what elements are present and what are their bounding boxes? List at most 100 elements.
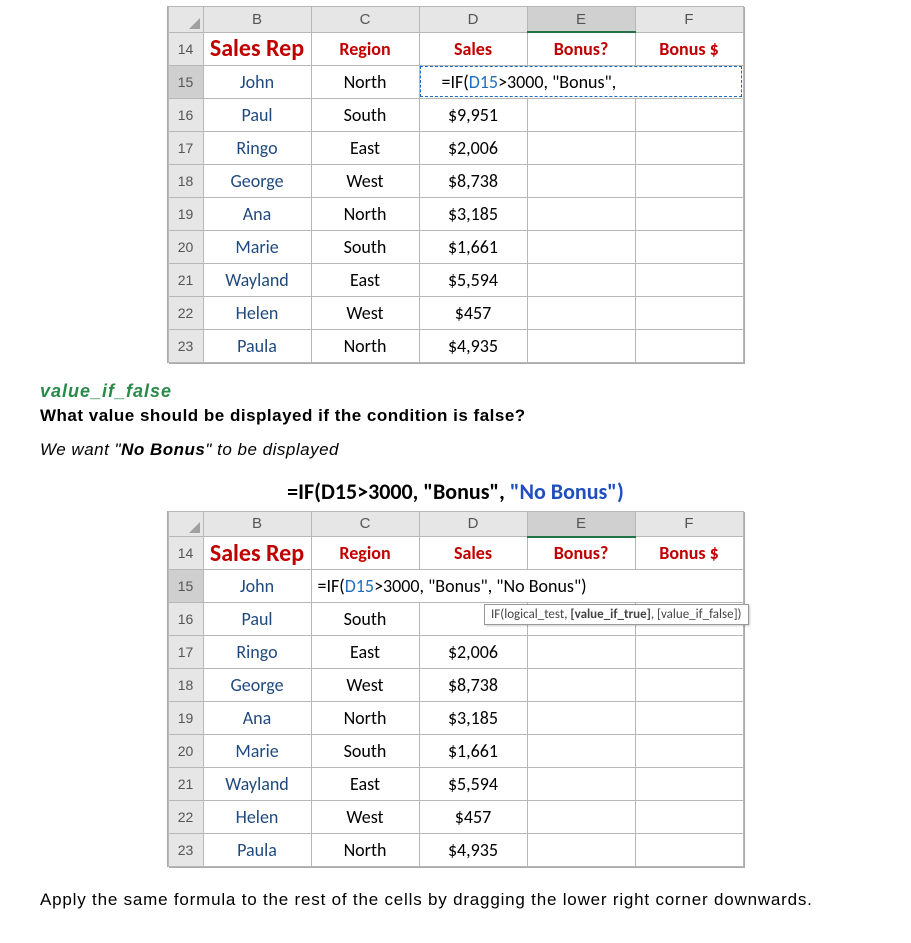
cell-F19[interactable] [635, 197, 743, 230]
cell2-C21[interactable]: East [311, 768, 419, 801]
col-C[interactable]: C [311, 7, 419, 33]
cell2-F21[interactable] [635, 768, 743, 801]
cell-B18[interactable]: George [203, 164, 311, 197]
row-21[interactable]: 21 [168, 263, 203, 296]
cell2-B15[interactable]: John [203, 570, 311, 603]
cell2-B19[interactable]: Ana [203, 702, 311, 735]
cell-C20[interactable]: South [311, 230, 419, 263]
cell-E23[interactable] [527, 329, 635, 362]
cell2-B23[interactable]: Paula [203, 834, 311, 867]
cell2-D19[interactable]: $3,185 [419, 702, 527, 735]
row-19[interactable]: 19 [168, 197, 203, 230]
cell-B21[interactable]: Wayland [203, 263, 311, 296]
cell2-F19[interactable] [635, 702, 743, 735]
cell2-C19[interactable]: North [311, 702, 419, 735]
row2-14[interactable]: 14 [168, 537, 203, 570]
header-region[interactable]: Region [311, 32, 419, 65]
cell-C16[interactable]: South [311, 98, 419, 131]
cell2-C20[interactable]: South [311, 735, 419, 768]
cell-D21[interactable]: $5,594 [419, 263, 527, 296]
header-bonus-q[interactable]: Bonus? [527, 32, 635, 65]
cell2-E21[interactable] [527, 768, 635, 801]
cell-F21[interactable] [635, 263, 743, 296]
cell2-B18[interactable]: George [203, 669, 311, 702]
header2-region[interactable]: Region [311, 537, 419, 570]
formula-editing-cell-2[interactable]: =IF(D15>3000, "Bonus", "No Bonus") IF(lo… [311, 570, 743, 603]
cell-F20[interactable] [635, 230, 743, 263]
cell2-D17[interactable]: $2,006 [419, 636, 527, 669]
cell2-B21[interactable]: Wayland [203, 768, 311, 801]
row-15[interactable]: 15 [168, 65, 203, 98]
cell2-C22[interactable]: West [311, 801, 419, 834]
row2-23[interactable]: 23 [168, 834, 203, 867]
cell-D23[interactable]: $4,935 [419, 329, 527, 362]
cell-C19[interactable]: North [311, 197, 419, 230]
cell-F18[interactable] [635, 164, 743, 197]
col2-C[interactable]: C [311, 511, 419, 537]
cell-B17[interactable]: Ringo [203, 131, 311, 164]
cell-B22[interactable]: Helen [203, 296, 311, 329]
cell2-E23[interactable] [527, 834, 635, 867]
col-F[interactable]: F [635, 7, 743, 33]
cell2-F23[interactable] [635, 834, 743, 867]
cell-F22[interactable] [635, 296, 743, 329]
cell-D18[interactable]: $8,738 [419, 164, 527, 197]
row-16[interactable]: 16 [168, 98, 203, 131]
cell2-D18[interactable]: $8,738 [419, 669, 527, 702]
cell-D17[interactable]: $2,006 [419, 131, 527, 164]
cell-C18[interactable]: West [311, 164, 419, 197]
row2-18[interactable]: 18 [168, 669, 203, 702]
header-bonus-amt[interactable]: Bonus $ [635, 32, 743, 65]
cell2-C17[interactable]: East [311, 636, 419, 669]
cell2-F20[interactable] [635, 735, 743, 768]
cell2-F22[interactable] [635, 801, 743, 834]
cell-D20[interactable]: $1,661 [419, 230, 527, 263]
cell2-F17[interactable] [635, 636, 743, 669]
header2-bonus-amt[interactable]: Bonus $ [635, 537, 743, 570]
cell-E20[interactable] [527, 230, 635, 263]
row-14[interactable]: 14 [168, 32, 203, 65]
col-B[interactable]: B [203, 7, 311, 33]
col-D[interactable]: D [419, 7, 527, 33]
row-23[interactable]: 23 [168, 329, 203, 362]
cell-D16[interactable]: $9,951 [419, 98, 527, 131]
header2-sales[interactable]: Sales [419, 537, 527, 570]
cell-B19[interactable]: Ana [203, 197, 311, 230]
cell-C21[interactable]: East [311, 263, 419, 296]
cell2-C18[interactable]: West [311, 669, 419, 702]
cell2-B17[interactable]: Ringo [203, 636, 311, 669]
cell2-E17[interactable] [527, 636, 635, 669]
row2-16[interactable]: 16 [168, 603, 203, 636]
cell-B23[interactable]: Paula [203, 329, 311, 362]
cell-E19[interactable] [527, 197, 635, 230]
header-sales-rep[interactable]: Sales Rep [203, 32, 311, 65]
cell-E21[interactable] [527, 263, 635, 296]
cell2-E22[interactable] [527, 801, 635, 834]
row2-17[interactable]: 17 [168, 636, 203, 669]
cell-F16[interactable] [635, 98, 743, 131]
header-sales[interactable]: Sales [419, 32, 527, 65]
cell2-B20[interactable]: Marie [203, 735, 311, 768]
cell2-E20[interactable] [527, 735, 635, 768]
cell-B15[interactable]: John [203, 65, 311, 98]
cell-E22[interactable] [527, 296, 635, 329]
cell2-F18[interactable] [635, 669, 743, 702]
row2-21[interactable]: 21 [168, 768, 203, 801]
row2-20[interactable]: 20 [168, 735, 203, 768]
cell2-E19[interactable] [527, 702, 635, 735]
cell2-C23[interactable]: North [311, 834, 419, 867]
header2-bonus-q[interactable]: Bonus? [527, 537, 635, 570]
select-all-corner-2[interactable] [168, 511, 203, 537]
cell-C22[interactable]: West [311, 296, 419, 329]
cell-B20[interactable]: Marie [203, 230, 311, 263]
row-22[interactable]: 22 [168, 296, 203, 329]
cell-D19[interactable]: $3,185 [419, 197, 527, 230]
cell2-B22[interactable]: Helen [203, 801, 311, 834]
cell2-D21[interactable]: $5,594 [419, 768, 527, 801]
row-18[interactable]: 18 [168, 164, 203, 197]
cell-E17[interactable] [527, 131, 635, 164]
col2-E[interactable]: E [527, 511, 635, 537]
col-E[interactable]: E [527, 7, 635, 33]
cell-E16[interactable] [527, 98, 635, 131]
row2-22[interactable]: 22 [168, 801, 203, 834]
